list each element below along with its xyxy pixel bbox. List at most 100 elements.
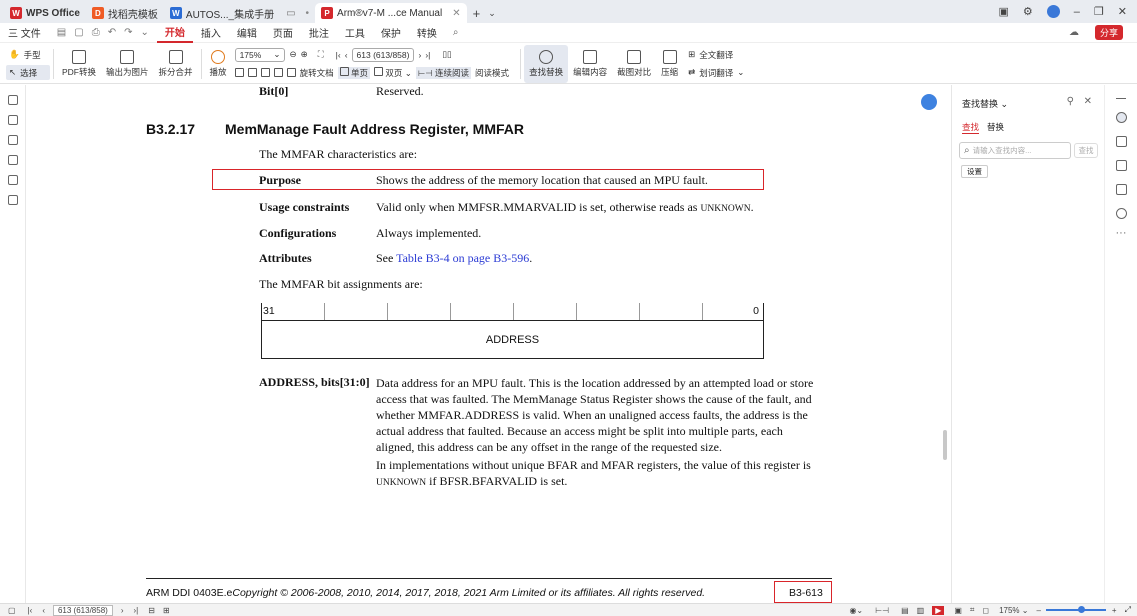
- tab-replace[interactable]: 替换: [987, 121, 1004, 133]
- adjust-icon[interactable]: [1115, 160, 1127, 171]
- double-page-button[interactable]: 双页 ⌄: [373, 66, 412, 79]
- menu-tools[interactable]: 工具: [337, 23, 373, 43]
- search-icon[interactable]: [1115, 112, 1127, 123]
- zoom-slider-thumb[interactable]: [1077, 606, 1085, 613]
- file-menu[interactable]: 三 文件: [0, 23, 49, 43]
- print-icon[interactable]: ⎙: [92, 27, 100, 38]
- rotate-left-icon[interactable]: [273, 68, 283, 77]
- minimize-icon[interactable]: –: [1074, 6, 1080, 18]
- pdf-convert-button[interactable]: PDF转换: [57, 45, 101, 83]
- rotate-document-button[interactable]: 旋转文档: [300, 67, 334, 79]
- bookmark-icon[interactable]: [7, 95, 18, 105]
- collapse-icon[interactable]: [1116, 98, 1126, 99]
- export-image-button[interactable]: 输出为图片: [101, 45, 154, 83]
- first-page-icon[interactable]: |‹: [336, 50, 341, 60]
- scrollbar-thumb[interactable]: [943, 430, 947, 460]
- restore-icon[interactable]: ❐: [1094, 5, 1104, 18]
- fit-window-icon[interactable]: [260, 68, 270, 77]
- search-icon[interactable]: ⌕: [445, 23, 467, 43]
- signature-icon[interactable]: [7, 175, 18, 185]
- menu-edit[interactable]: 编辑: [229, 23, 265, 43]
- close-window-icon[interactable]: ✕: [1118, 5, 1127, 18]
- tab-wps-office[interactable]: W WPS Office: [4, 3, 86, 23]
- play-icon[interactable]: ▶: [932, 605, 945, 615]
- status-page-input[interactable]: 613 (613/858): [52, 604, 113, 616]
- continuous-reading-button[interactable]: ⊢⊣ 连续阅读: [415, 66, 472, 79]
- document-viewport[interactable]: Bit[0] Reserved. B3.2.17 MemManage Fault…: [26, 85, 934, 603]
- find-replace-button[interactable]: 查找替换: [524, 44, 569, 83]
- single-page-button[interactable]: 单页: [337, 66, 370, 79]
- thumbnail-icon[interactable]: [7, 115, 18, 125]
- page-number-input[interactable]: 613 (613/858): [351, 47, 415, 62]
- fit-width-icon[interactable]: [234, 68, 244, 77]
- chevron-down-icon[interactable]: ⌄: [488, 8, 496, 19]
- word-translate-button[interactable]: ⇄ 划词翻译 ⌄: [685, 65, 747, 80]
- save-icon[interactable]: ▢: [74, 27, 83, 38]
- tab-find[interactable]: 查找: [962, 121, 980, 134]
- folder-icon[interactable]: ▤: [57, 27, 66, 38]
- tab-autosar-doc[interactable]: W AUTOS..._集成手册 ▭ •: [164, 3, 315, 23]
- menu-insert[interactable]: 插入: [193, 23, 229, 43]
- menu-start[interactable]: 开始: [156, 23, 193, 43]
- compress-button[interactable]: 压缩: [656, 45, 683, 83]
- actual-size-icon[interactable]: [247, 68, 257, 77]
- tab-window-icon[interactable]: ▭: [286, 8, 295, 19]
- fit-page-icon[interactable]: ⛶: [318, 49, 324, 60]
- document-info-icon[interactable]: [1115, 184, 1127, 195]
- attachment-icon[interactable]: [7, 155, 18, 165]
- find-button[interactable]: 查找: [1074, 143, 1098, 158]
- zoom-out-icon[interactable]: ⊖: [289, 49, 296, 60]
- close-panel-icon[interactable]: ✕: [1084, 96, 1092, 107]
- settings-button[interactable]: 设置: [961, 165, 988, 178]
- share-button[interactable]: 分享: [1087, 23, 1131, 43]
- more-icon[interactable]: ···: [1105, 227, 1137, 239]
- prev-page-icon[interactable]: ‹: [42, 606, 45, 615]
- next-page-icon[interactable]: ›: [121, 606, 124, 615]
- chevron-down-icon[interactable]: ⌄: [1001, 99, 1009, 109]
- layers-icon[interactable]: [7, 195, 18, 205]
- single-view-icon[interactable]: ▤: [901, 606, 909, 615]
- page-view-icon[interactable]: ⊟: [148, 606, 155, 615]
- reading-mode-button[interactable]: 阅读模式: [475, 67, 509, 79]
- fullscreen-icon[interactable]: ⤢: [1125, 605, 1131, 615]
- tab-docer[interactable]: D 找稻壳模板: [86, 3, 164, 23]
- prev-page-icon[interactable]: ‹: [345, 50, 348, 60]
- menu-page[interactable]: 页面: [265, 23, 301, 43]
- zoom-slider[interactable]: [1045, 606, 1106, 613]
- status-zoom-select[interactable]: 175% ⌄: [999, 606, 1028, 615]
- last-page-icon[interactable]: ›|: [133, 606, 138, 615]
- redo-icon[interactable]: ↷: [124, 27, 132, 38]
- search-input[interactable]: ⌕ 请输入查找内容...: [959, 142, 1071, 159]
- hand-tool-button[interactable]: ✋ 手型: [6, 47, 50, 62]
- zoom-select[interactable]: 175% ⌄: [234, 47, 286, 62]
- help-icon[interactable]: [1115, 208, 1127, 219]
- fit-window-icon[interactable]: ◻: [982, 606, 989, 615]
- select-tool-button[interactable]: ↖ 选择: [6, 65, 50, 80]
- comment-icon[interactable]: [7, 135, 18, 145]
- next-page-icon[interactable]: ›: [418, 50, 421, 60]
- book-icon[interactable]: ▯▯: [442, 49, 451, 60]
- chevron-down-icon[interactable]: ⌄: [140, 27, 148, 38]
- cloud-icon[interactable]: ☁: [1061, 23, 1087, 43]
- edit-content-button[interactable]: 编辑内容: [568, 45, 612, 83]
- window-layout-icon[interactable]: ▣: [999, 5, 1009, 18]
- eye-protection-icon[interactable]: ◉⌄: [849, 606, 863, 615]
- screenshot-compare-button[interactable]: 截图对比: [612, 45, 656, 83]
- continuous-view-icon[interactable]: ⊢⊣: [875, 606, 889, 615]
- undo-icon[interactable]: ↶: [108, 27, 116, 38]
- dual-view-icon[interactable]: ⊞: [163, 606, 170, 615]
- zoom-in-icon[interactable]: +: [1112, 606, 1117, 615]
- last-page-icon[interactable]: ›|: [425, 50, 430, 60]
- menu-protect[interactable]: 保护: [373, 23, 409, 43]
- fit-page-icon[interactable]: ▣: [954, 606, 962, 615]
- vertical-scrollbar[interactable]: [921, 85, 951, 603]
- split-merge-button[interactable]: 拆分合并: [154, 45, 198, 83]
- full-translate-button[interactable]: ⊞ 全文翻译: [685, 47, 747, 62]
- pin-icon[interactable]: ⚲: [1067, 96, 1074, 107]
- close-tab-icon[interactable]: ✕: [452, 8, 460, 19]
- fit-width-icon[interactable]: ⌗: [970, 605, 975, 615]
- zoom-in-icon[interactable]: ⊕: [301, 49, 308, 60]
- menu-annotate[interactable]: 批注: [301, 23, 337, 43]
- translate-icon[interactable]: [1115, 136, 1127, 147]
- tab-arm-manual[interactable]: P Arm®v7-M ...ce Manual ✕: [315, 3, 467, 23]
